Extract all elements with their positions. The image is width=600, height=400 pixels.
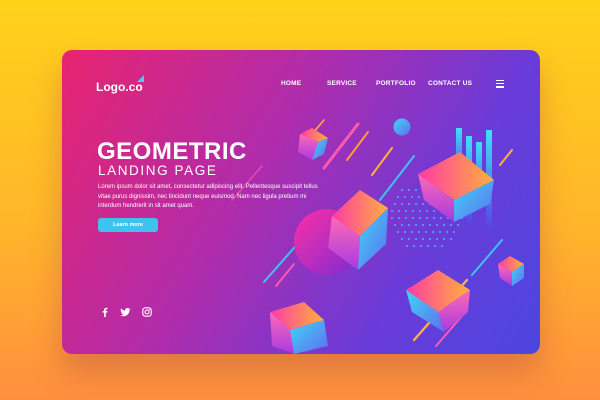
cube-bottom-left <box>270 302 328 354</box>
cube-tiny-right <box>498 256 524 286</box>
small-circle <box>393 118 411 136</box>
nav-home[interactable]: HOME <box>281 80 301 87</box>
nav-contact-us[interactable]: CONTACT US <box>428 80 472 87</box>
nav-portfolio[interactable]: PORTFOLIO <box>376 80 416 87</box>
learn-more-button[interactable]: Learn more <box>98 218 158 232</box>
nav-service[interactable]: SERVICE <box>327 80 357 87</box>
landing-card: Logo.co HOME SERVICE PORTFOLIO CONTACT U… <box>62 50 540 354</box>
cube-large-upper <box>418 152 494 222</box>
logo[interactable]: Logo.co <box>96 80 143 94</box>
hero-description: Lorem ipsum dolor sit amet, consectetur … <box>98 184 318 210</box>
hero-title: GEOMETRIC <box>97 138 247 165</box>
twitter-icon[interactable] <box>120 304 131 317</box>
instagram-icon[interactable] <box>142 304 152 317</box>
logo-mark-icon <box>137 75 144 82</box>
cube-small-top <box>298 128 328 160</box>
facebook-icon[interactable] <box>100 304 110 317</box>
hero-subtitle: LANDING PAGE <box>98 163 218 178</box>
hamburger-menu-icon[interactable] <box>496 80 504 88</box>
cube-lower-right <box>406 270 470 332</box>
